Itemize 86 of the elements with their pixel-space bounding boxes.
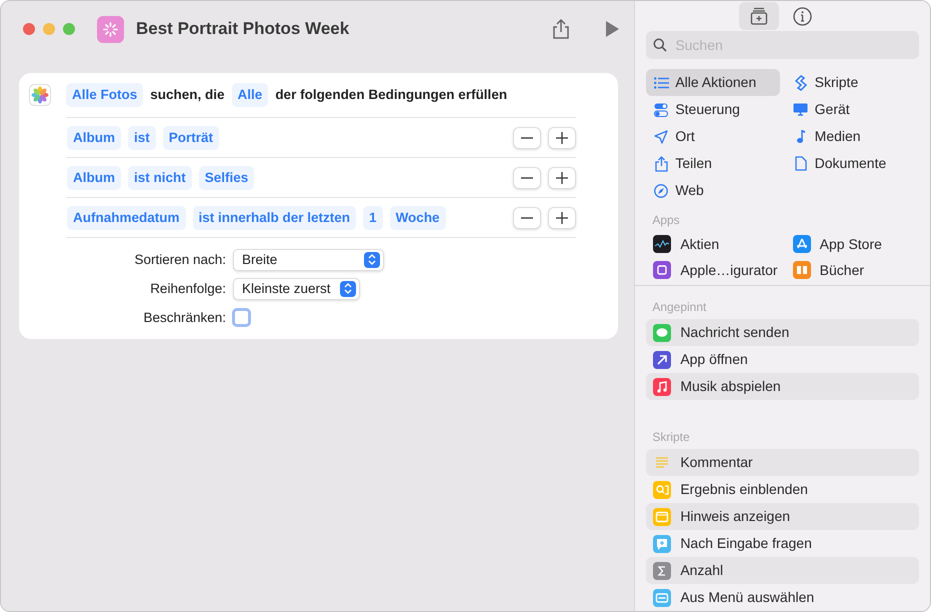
- add-button[interactable]: [548, 166, 576, 189]
- app-icon: [653, 261, 672, 279]
- search-icon: [653, 38, 668, 52]
- parameter-token[interactable]: ist: [128, 126, 156, 150]
- minus-icon: [521, 136, 533, 139]
- sigma-icon: [653, 562, 672, 580]
- field-label: Sortieren nach:: [133, 250, 226, 269]
- speech-bubble-icon: [653, 324, 672, 342]
- parameter-token[interactable]: Woche: [390, 206, 446, 230]
- speech-bubble-icon: [653, 534, 672, 552]
- chevron-icon: [340, 280, 356, 297]
- music-note-icon: [796, 129, 806, 144]
- action-item[interactable]: App öffnen: [646, 346, 919, 373]
- category-item[interactable]: Web: [646, 177, 780, 204]
- category-item[interactable]: Steuerung: [646, 96, 780, 123]
- window-title: Best Portrait Photos Week: [136, 18, 350, 40]
- field-label: Beschränken:: [142, 308, 226, 327]
- parameter-token[interactable]: ist innerhalb der letzten: [192, 206, 356, 230]
- parameter-token[interactable]: Aufnahmedatum: [67, 206, 186, 230]
- book-icon: [792, 261, 811, 279]
- app-store-icon: [792, 235, 811, 253]
- parameter-token[interactable]: Alle: [232, 83, 268, 108]
- section-heading: Angepinnt: [652, 299, 708, 316]
- plus-icon: [556, 132, 568, 144]
- category-item[interactable]: Gerät: [786, 96, 919, 123]
- minus-icon: [521, 176, 533, 179]
- section-heading: Skripte: [652, 429, 691, 446]
- minus-icon: [521, 216, 533, 219]
- list-icon: [654, 76, 669, 88]
- category-item[interactable]: Skripte: [786, 69, 919, 96]
- parameter-token[interactable]: Selfies: [198, 166, 254, 190]
- music-note-icon: [653, 378, 672, 396]
- action-item[interactable]: Nach Eingabe fragen: [646, 530, 919, 557]
- photos-icon: [29, 84, 51, 106]
- compass-icon: [654, 184, 668, 198]
- action-item[interactable]: Hinweis anzeigen: [646, 503, 919, 530]
- action-item[interactable]: Aus Menü auswählen: [646, 584, 919, 611]
- info-icon[interactable]: [793, 6, 812, 26]
- action-item[interactable]: Kommentar: [646, 449, 919, 476]
- action-item[interactable]: Musik abspielen: [646, 373, 919, 400]
- result-icon: [653, 480, 672, 498]
- library-tab[interactable]: [739, 2, 780, 30]
- add-button[interactable]: [548, 206, 576, 229]
- parameter-token[interactable]: 1: [363, 206, 383, 230]
- chevron-icon: [364, 252, 380, 268]
- window-icon: [653, 508, 672, 526]
- menu-icon: [653, 588, 672, 606]
- shortcut-icon: [97, 16, 124, 42]
- app-item[interactable]: Aktien: [646, 231, 780, 257]
- popup-button[interactable]: Kleinste zuerst: [233, 278, 360, 300]
- checkbox[interactable]: [232, 308, 251, 328]
- parameter-token[interactable]: Alle Fotos: [66, 83, 144, 108]
- plus-icon: [556, 212, 568, 224]
- play-icon[interactable]: [604, 20, 620, 38]
- close-button[interactable]: [23, 23, 35, 35]
- share-icon[interactable]: [552, 18, 570, 40]
- action-text: suchen, die: [150, 86, 225, 104]
- toggle-icon: [654, 102, 668, 116]
- action-item[interactable]: Anzahl: [646, 557, 919, 584]
- category-item[interactable]: Alle Aktionen: [646, 69, 780, 96]
- location-arrow-icon: [654, 130, 668, 144]
- category-item[interactable]: Medien: [786, 123, 919, 150]
- parameter-token[interactable]: Album: [67, 166, 121, 190]
- parameter-token[interactable]: Porträt: [162, 126, 220, 150]
- popup-button[interactable]: Breite: [233, 248, 384, 271]
- monitor-icon: [793, 103, 808, 116]
- app-item[interactable]: Bücher: [786, 257, 919, 283]
- app-item[interactable]: App Store: [786, 231, 919, 257]
- document-icon: [794, 156, 807, 171]
- app-item[interactable]: Apple…igurator: [646, 257, 780, 283]
- share-icon: [654, 156, 668, 172]
- category-item[interactable]: Dokumente: [786, 150, 919, 177]
- plus-icon: [556, 172, 568, 184]
- action-text: der folgenden Bedingungen erfüllen: [275, 86, 508, 104]
- add-button[interactable]: [548, 126, 576, 149]
- library-icon: [750, 7, 768, 25]
- parameter-token[interactable]: Album: [67, 126, 121, 150]
- parameter-token[interactable]: ist nicht: [128, 166, 192, 190]
- category-item[interactable]: Teilen: [646, 150, 780, 177]
- section-heading: Apps: [652, 212, 681, 229]
- action-item[interactable]: Nachricht senden: [646, 319, 919, 346]
- category-item[interactable]: Ort: [646, 123, 780, 150]
- chart-app-icon: [653, 235, 672, 253]
- field-label: Reihenfolge:: [149, 280, 226, 298]
- script-icon: [794, 74, 808, 90]
- action-item[interactable]: Ergebnis einblenden: [646, 476, 919, 503]
